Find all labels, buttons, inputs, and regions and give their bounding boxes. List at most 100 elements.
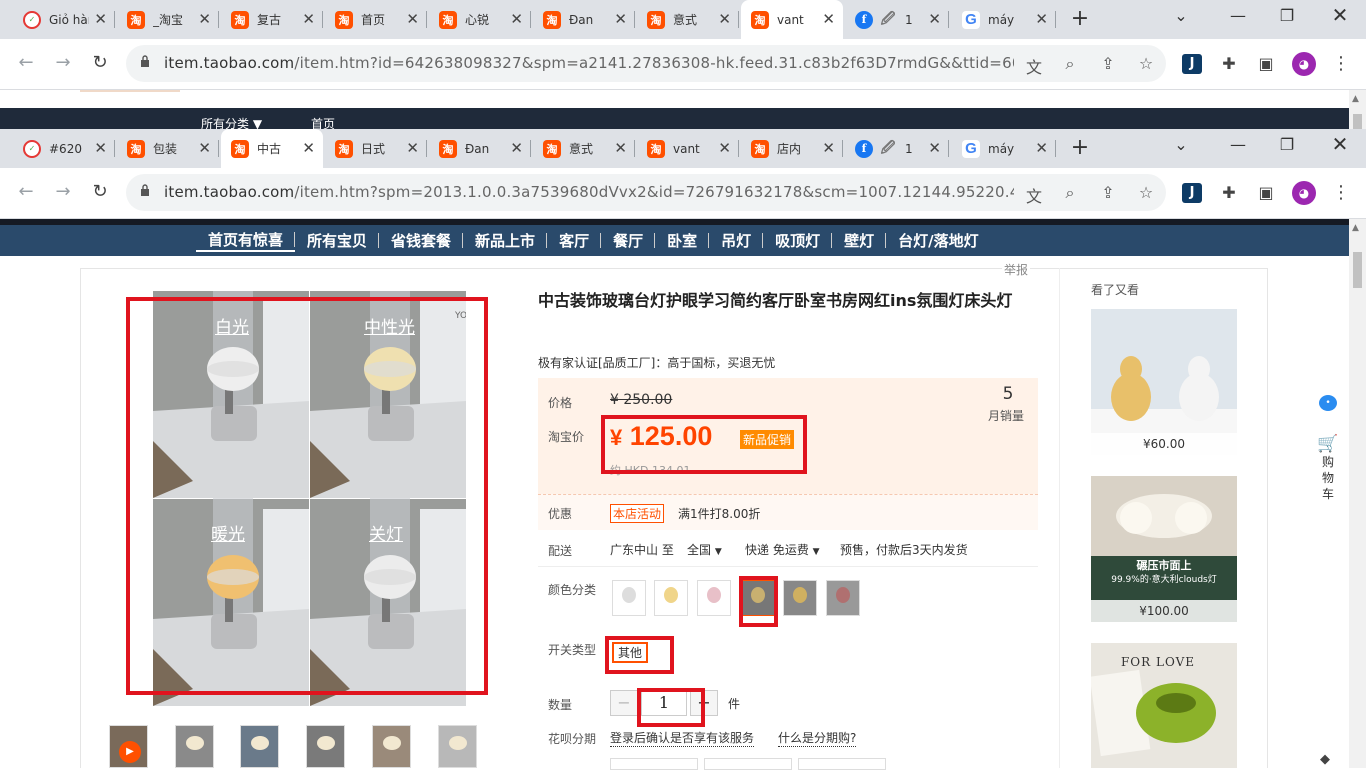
front-scrollbar[interactable]: ▲ bbox=[1349, 219, 1366, 768]
chat-bubble-icon[interactable]: • bbox=[1319, 395, 1337, 411]
recommended-item[interactable]: 碾压市面上 99.9%的·意大利clouds灯 ¥100.00 bbox=[1091, 476, 1237, 622]
browser-tab[interactable]: 淘复古 ✕ bbox=[221, 0, 323, 39]
close-tab-icon[interactable]: ✕ bbox=[928, 10, 941, 28]
puzzle-extensions-icon[interactable]: ✚ bbox=[1218, 54, 1240, 73]
restore-button[interactable]: ❐ bbox=[1277, 6, 1297, 25]
browser-tab[interactable]: ✓ #620 ✕ bbox=[13, 129, 115, 168]
shop-nav-item[interactable]: 卧室 bbox=[655, 230, 710, 251]
close-tab-icon[interactable]: ✕ bbox=[198, 139, 211, 157]
color-option[interactable] bbox=[612, 580, 646, 616]
tab-search-chevron-icon[interactable]: ⌄ bbox=[1171, 135, 1191, 154]
url-omnibox[interactable]: item.taobao.com/item.htm?id=642638098327… bbox=[126, 45, 1166, 82]
shop-nav-item[interactable]: 吸顶灯 bbox=[763, 230, 833, 251]
browser-tab[interactable]: Gmáy ✕ bbox=[952, 0, 1056, 39]
shop-nav-item[interactable]: 台灯/落地灯 bbox=[886, 230, 990, 251]
pencil-icon[interactable]: ◆ bbox=[1320, 752, 1330, 767]
profile-avatar[interactable]: ◕ bbox=[1292, 181, 1316, 205]
recommended-item[interactable]: ¥60.00 bbox=[1091, 309, 1237, 455]
huabei-help-link[interactable]: 什么是分期购? bbox=[778, 729, 857, 747]
profile-avatar[interactable]: ◕ bbox=[1292, 52, 1316, 76]
color-option[interactable] bbox=[654, 580, 688, 616]
translate-icon[interactable]: 文 bbox=[1024, 54, 1044, 78]
huabei-login-link[interactable]: 登录后确认是否享有该服务 bbox=[610, 729, 755, 747]
close-tab-icon[interactable]: ✕ bbox=[94, 139, 107, 157]
close-tab-icon[interactable]: ✕ bbox=[406, 139, 419, 157]
shop-nav-item[interactable]: 所有宝贝 bbox=[295, 230, 380, 251]
ship-to-select[interactable]: 全国 ▼ bbox=[687, 541, 722, 558]
translate-icon[interactable]: 文 bbox=[1024, 183, 1044, 207]
shopping-cart-button[interactable]: 🛒 购物车 bbox=[1315, 434, 1341, 502]
reload-icon[interactable]: ↻ bbox=[88, 181, 112, 202]
restore-button[interactable]: ❐ bbox=[1277, 135, 1297, 154]
minimize-button[interactable]: — bbox=[1228, 6, 1248, 25]
side-panel-icon[interactable]: ▣ bbox=[1255, 54, 1277, 73]
close-tab-icon[interactable]: ✕ bbox=[510, 139, 523, 157]
back-arrow-icon[interactable]: ← bbox=[14, 181, 38, 202]
close-tab-icon[interactable]: ✕ bbox=[718, 10, 731, 28]
browser-tab[interactable]: 淘店内 ✕ bbox=[741, 129, 843, 168]
browser-tab[interactable]: 淘意式 ✕ bbox=[637, 0, 739, 39]
browser-tab[interactable]: ✓ Giỏ hàng ✕ bbox=[13, 0, 115, 39]
report-link[interactable]: 举报 bbox=[1002, 261, 1031, 278]
shop-nav-item[interactable]: 客厅 bbox=[547, 230, 602, 251]
gallery-thumbnail[interactable] bbox=[175, 725, 214, 768]
color-option[interactable] bbox=[783, 580, 817, 616]
video-thumbnail[interactable]: ▶ bbox=[109, 725, 148, 768]
forward-arrow-icon[interactable]: → bbox=[51, 181, 75, 202]
browser-tab[interactable]: 淘日式 ✕ bbox=[325, 129, 427, 168]
menu-kebab-icon[interactable]: ⋮ bbox=[1330, 182, 1352, 203]
browser-tab[interactable]: 淘首页 ✕ bbox=[325, 0, 427, 39]
close-tab-icon[interactable]: ✕ bbox=[302, 139, 315, 157]
close-window-button[interactable]: ✕ bbox=[1330, 132, 1350, 156]
close-window-button[interactable]: ✕ bbox=[1330, 3, 1350, 27]
shop-nav-item[interactable]: 新品上市 bbox=[463, 230, 548, 251]
close-tab-icon[interactable]: ✕ bbox=[614, 10, 627, 28]
quantity-decrease-button[interactable]: − bbox=[610, 690, 638, 716]
close-tab-icon[interactable]: ✕ bbox=[822, 10, 835, 28]
shop-nav-item[interactable]: 省钱套餐 bbox=[379, 230, 464, 251]
menu-kebab-icon[interactable]: ⋮ bbox=[1330, 53, 1352, 74]
puzzle-extensions-icon[interactable]: ✚ bbox=[1218, 183, 1240, 202]
close-tab-icon[interactable]: ✕ bbox=[302, 10, 315, 28]
side-panel-icon[interactable]: ▣ bbox=[1255, 183, 1277, 202]
back-arrow-icon[interactable]: ← bbox=[14, 52, 38, 73]
close-tab-icon[interactable]: ✕ bbox=[198, 10, 211, 28]
gallery-thumbnail[interactable] bbox=[306, 725, 345, 768]
close-tab-icon[interactable]: ✕ bbox=[1035, 139, 1048, 157]
close-tab-icon[interactable]: ✕ bbox=[614, 139, 627, 157]
minimize-button[interactable]: — bbox=[1228, 135, 1248, 154]
reload-icon[interactable]: ↻ bbox=[88, 52, 112, 73]
shop-nav-item[interactable]: 首页有惊喜 bbox=[196, 229, 296, 252]
shop-nav-item[interactable]: 壁灯 bbox=[832, 230, 887, 251]
share-icon[interactable]: ⇪ bbox=[1098, 54, 1118, 73]
browser-tab[interactable]: 淘 Đan ✕ bbox=[429, 129, 531, 168]
close-tab-icon[interactable]: ✕ bbox=[510, 10, 523, 28]
color-option[interactable] bbox=[697, 580, 731, 616]
browser-tab[interactable]: Gmáy ✕ bbox=[952, 129, 1056, 168]
browser-tab[interactable]: f 🖉 1 ✕ bbox=[845, 129, 949, 168]
close-tab-icon[interactable]: ✕ bbox=[822, 139, 835, 157]
new-tab-button[interactable]: + bbox=[1069, 6, 1091, 32]
back-scrollbar[interactable]: ▲ bbox=[1349, 90, 1366, 129]
close-tab-icon[interactable]: ✕ bbox=[94, 10, 107, 28]
share-icon[interactable]: ⇪ bbox=[1098, 183, 1118, 202]
url-omnibox[interactable]: item.taobao.com/item.htm?spm=2013.1.0.0.… bbox=[126, 174, 1166, 211]
browser-tab[interactable]: 淘 vant ✕ bbox=[741, 0, 843, 39]
new-tab-button[interactable]: + bbox=[1069, 135, 1091, 161]
forward-arrow-icon[interactable]: → bbox=[51, 52, 75, 73]
zoom-icon[interactable]: ⌕ bbox=[1060, 183, 1080, 203]
color-option[interactable] bbox=[826, 580, 860, 616]
close-tab-icon[interactable]: ✕ bbox=[718, 139, 731, 157]
browser-tab[interactable]: 淘 _淘宝 ✕ bbox=[117, 0, 219, 39]
browser-tab[interactable]: 淘意式 ✕ bbox=[533, 129, 635, 168]
browser-tab[interactable]: 淘 vant ✕ bbox=[637, 129, 739, 168]
zoom-icon[interactable]: ⌕ bbox=[1060, 54, 1080, 74]
ship-method-select[interactable]: 快递 免运费 ▼ bbox=[745, 541, 820, 558]
shop-nav-item[interactable]: 餐厅 bbox=[601, 230, 656, 251]
gallery-thumbnail[interactable] bbox=[372, 725, 411, 768]
store-activity-badge[interactable]: 本店活动 bbox=[610, 504, 665, 523]
shop-nav-item[interactable]: 吊灯 bbox=[709, 230, 764, 251]
tab-search-chevron-icon[interactable]: ⌄ bbox=[1171, 6, 1191, 25]
browser-tab[interactable]: 淘中古 ✕ bbox=[221, 129, 323, 168]
gallery-thumbnail[interactable] bbox=[438, 725, 477, 768]
